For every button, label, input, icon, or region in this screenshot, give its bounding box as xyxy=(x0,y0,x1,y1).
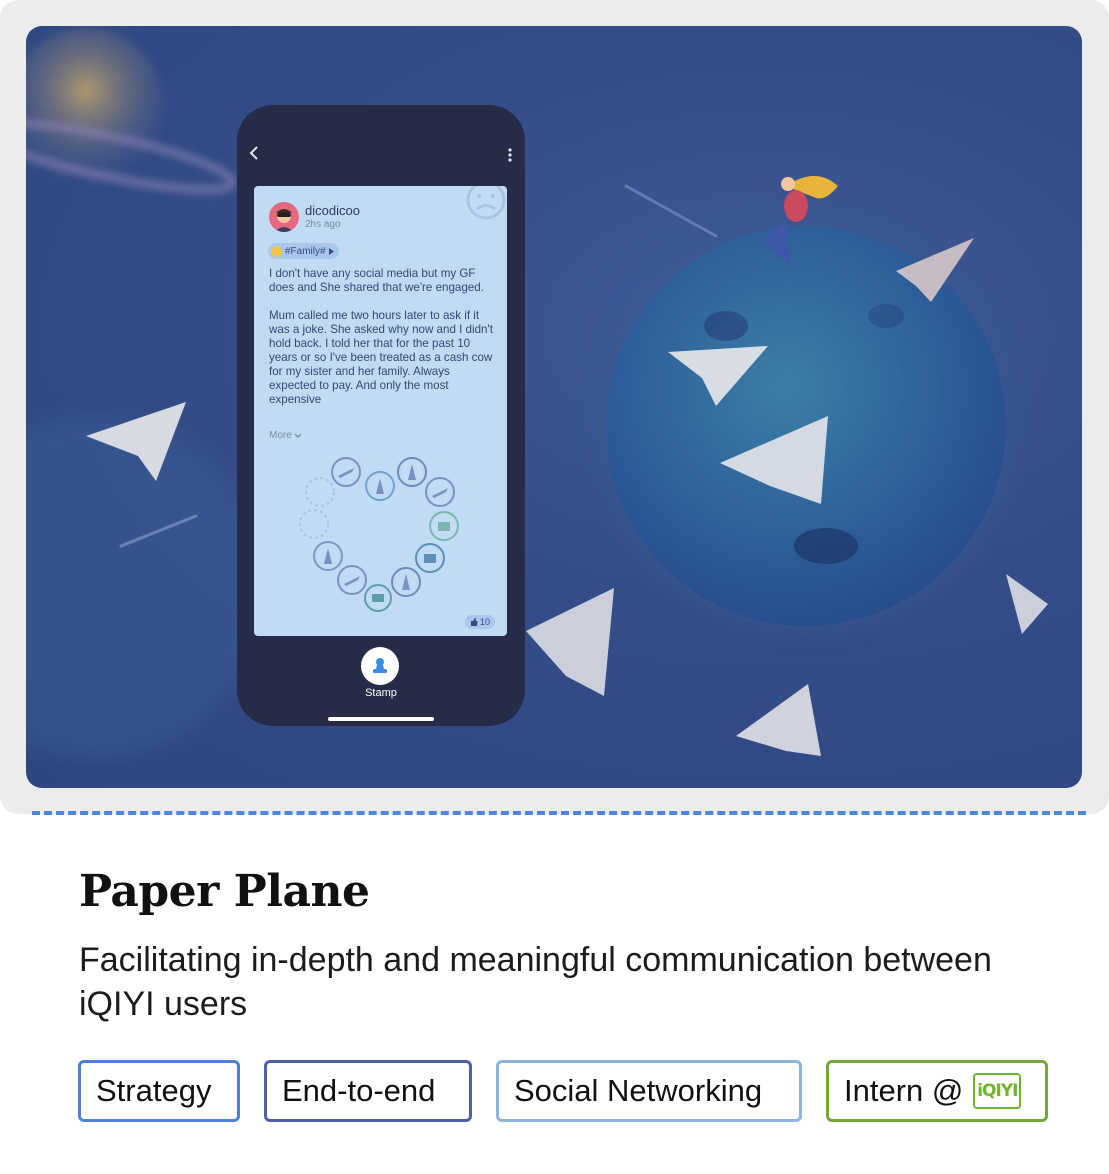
ringed-planet xyxy=(26,28,237,193)
hero-frame: dicodicoo 2hs ago #Family# I don't have … xyxy=(0,0,1109,814)
thumbs-up-icon xyxy=(471,618,478,626)
chevron-down-icon xyxy=(294,433,302,438)
post-timestamp: 2hs ago xyxy=(305,219,341,230)
topic-tag-label: #Family# xyxy=(285,245,326,257)
stamp-empty-2 xyxy=(305,477,335,507)
tag-social-networking: Social Networking xyxy=(496,1060,802,1122)
phone-mockup: dicodicoo 2hs ago #Family# I don't have … xyxy=(237,105,525,726)
like-count-badge[interactable]: 10 xyxy=(465,615,496,629)
like-count: 10 xyxy=(480,617,491,627)
frowning-emoji-icon xyxy=(271,245,282,257)
project-title: Paper Plane xyxy=(79,866,370,917)
avatar[interactable] xyxy=(269,202,299,232)
space-background xyxy=(26,28,1048,756)
tag-end-to-end-label: End-to-end xyxy=(282,1073,436,1108)
stamp-icon xyxy=(373,658,387,673)
tag-strategy: Strategy xyxy=(78,1060,240,1122)
tag-strategy-label: Strategy xyxy=(96,1073,212,1108)
stamp-label: Stamp xyxy=(365,687,397,699)
back-arrow-icon[interactable] xyxy=(247,145,261,161)
hero-illustration: dicodicoo 2hs ago #Family# I don't have … xyxy=(26,26,1082,788)
more-label: More xyxy=(269,430,292,441)
iqiyi-logo-text: iQIYI xyxy=(977,1081,1018,1101)
chevron-right-icon xyxy=(328,247,334,255)
avatar-face-icon xyxy=(275,209,293,232)
post-card: dicodicoo 2hs ago #Family# I don't have … xyxy=(254,186,507,636)
username[interactable]: dicodicoo xyxy=(305,203,360,218)
more-options-icon[interactable] xyxy=(507,145,513,165)
post-body: I don't have any social media but my GF … xyxy=(269,267,493,406)
stamp-heart xyxy=(299,457,459,612)
tag-end-to-end: End-to-end xyxy=(264,1060,472,1122)
project-subtitle: Facilitating in-depth and meaningful com… xyxy=(79,941,992,1023)
more-link[interactable]: More xyxy=(269,430,302,441)
divider xyxy=(32,811,1086,815)
tag-social-label: Social Networking xyxy=(514,1073,763,1108)
iqiyi-logo: iQIYI xyxy=(973,1073,1022,1109)
tag-intern: Intern @ iQIYI xyxy=(826,1060,1048,1122)
sad-face-watermark-icon xyxy=(466,186,506,220)
topic-tag[interactable]: #Family# xyxy=(268,243,339,259)
home-indicator xyxy=(328,717,434,721)
tag-intern-label: Intern @ xyxy=(844,1073,964,1108)
stamp-button[interactable] xyxy=(361,647,399,685)
stamp-empty xyxy=(299,509,329,539)
